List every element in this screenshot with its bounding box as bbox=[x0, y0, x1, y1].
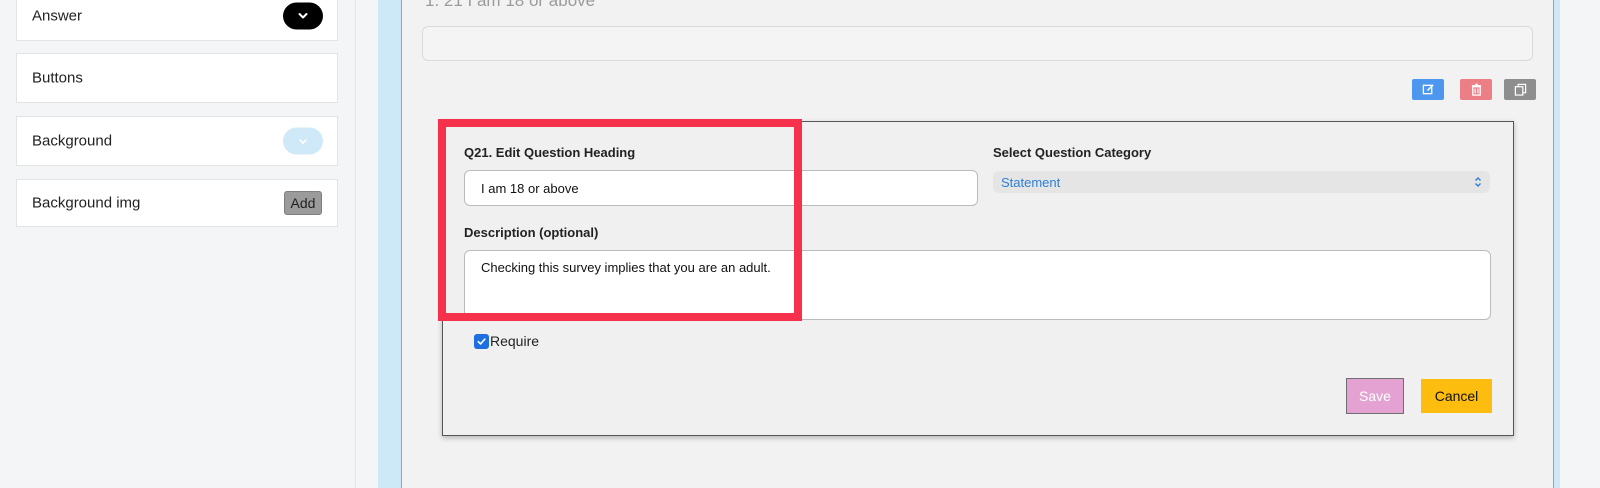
description-label: Description (optional) bbox=[464, 225, 599, 240]
sidebar-item-label: Background bbox=[32, 132, 113, 150]
edit-icon bbox=[1422, 84, 1434, 95]
sidebar-item-background[interactable]: Background bbox=[16, 116, 338, 166]
description-textarea[interactable]: Checking this survey implies that you ar… bbox=[464, 250, 1491, 320]
question-heading-label: Q21. Edit Question Heading bbox=[464, 145, 636, 160]
copy-icon bbox=[1514, 83, 1526, 96]
sidebar-item-label: Answer bbox=[32, 7, 83, 24]
answer-color-toggle[interactable] bbox=[283, 2, 323, 29]
select-arrows-icon bbox=[1475, 177, 1481, 187]
checkmark-icon bbox=[477, 337, 486, 345]
question-heading-input[interactable]: I am 18 or above bbox=[464, 170, 978, 206]
question-category-select[interactable]: Statement bbox=[993, 171, 1490, 193]
question-category-label: Select Question Category bbox=[993, 145, 1152, 160]
settings-sidebar: Answer Buttons Background Background img… bbox=[0, 0, 356, 488]
cancel-button[interactable]: Cancel bbox=[1421, 379, 1492, 413]
background-color-toggle[interactable] bbox=[283, 127, 323, 155]
answer-preview-input[interactable] bbox=[422, 26, 1533, 61]
chevron-down-icon bbox=[298, 13, 308, 19]
sidebar-item-answer[interactable]: Answer bbox=[16, 0, 338, 41]
require-checkbox[interactable] bbox=[474, 333, 489, 349]
sidebar-item-buttons[interactable]: Buttons bbox=[16, 53, 338, 103]
save-button[interactable]: Save bbox=[1346, 378, 1404, 414]
require-toggle[interactable]: Require bbox=[474, 333, 539, 349]
delete-question-button[interactable] bbox=[1460, 79, 1492, 100]
question-category-value: Statement bbox=[1001, 174, 1061, 190]
question-preview-text: 1. 21 I am 18 or above bbox=[425, 0, 596, 10]
copy-question-button[interactable] bbox=[1504, 79, 1536, 100]
add-background-img-button[interactable]: Add bbox=[284, 191, 322, 215]
chevron-down-icon bbox=[299, 138, 307, 144]
trash-icon bbox=[1471, 83, 1481, 96]
sidebar-item-label: Background img bbox=[32, 194, 141, 212]
edit-question-button[interactable] bbox=[1412, 79, 1444, 100]
sidebar-item-background-img: Background img Add bbox=[16, 179, 338, 227]
require-label: Require bbox=[490, 333, 540, 349]
sidebar-item-label: Buttons bbox=[32, 69, 83, 87]
